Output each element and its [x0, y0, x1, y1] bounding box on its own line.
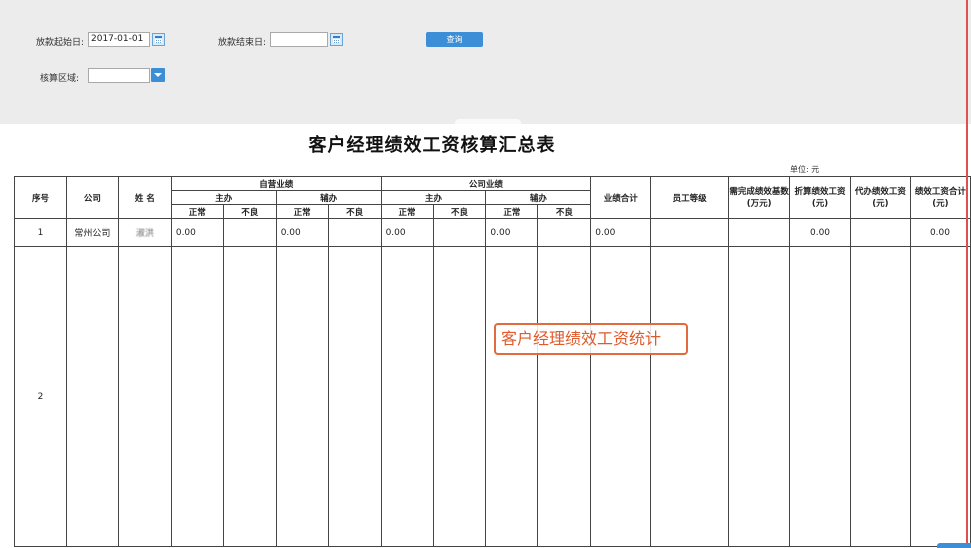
cell-name: 淑洪: [117, 218, 172, 247]
header-bad: 不良: [432, 204, 487, 219]
header-company-business: 公司业绩: [380, 176, 592, 191]
start-date-label: 放款起始日:: [36, 38, 85, 48]
chevron-down-icon[interactable]: [151, 68, 165, 82]
cell-total-performance: [590, 246, 652, 547]
cell-required-base: [728, 218, 791, 247]
window-edge: [966, 0, 968, 548]
table-row[interactable]: 2: [14, 246, 971, 547]
cell-self-main-normal: 0.00: [170, 218, 224, 247]
cell-self-assist-normal: [275, 246, 329, 547]
header-bad: 不良: [327, 204, 382, 219]
cell-seq: 2: [14, 246, 67, 547]
header-name: 姓 名: [117, 176, 172, 219]
end-date-label: 放款结束日:: [218, 38, 267, 48]
header-self-main: 主办: [170, 190, 277, 205]
end-date-input[interactable]: [270, 32, 328, 47]
region-label: 核算区域:: [40, 74, 80, 84]
summary-table: 序号 公司 姓 名 自营业绩 公司业绩 业绩合计 员工等级 需完成绩效基数(万元…: [14, 176, 971, 547]
cell-total-performance: 0.00: [590, 218, 652, 247]
header-bad: 不良: [222, 204, 277, 219]
header-self-business: 自营业绩: [170, 176, 382, 191]
scroll-tab[interactable]: [937, 543, 971, 548]
cell-self-main-bad: [222, 218, 277, 247]
cell-name: [117, 246, 172, 547]
region-select[interactable]: [88, 68, 150, 83]
cell-self-assist-bad: [327, 218, 382, 247]
cell-co-main-bad: [432, 218, 487, 247]
start-date-input[interactable]: 2017-01-01: [88, 32, 150, 47]
report-title: 客户经理绩效工资核算汇总表: [308, 135, 556, 156]
cell-grade: [650, 218, 730, 247]
cell-agency-pay: [849, 218, 911, 247]
cell-company: [65, 246, 119, 547]
cell-co-main-normal: [380, 246, 434, 547]
header-required-base: 需完成绩效基数(万元): [728, 176, 791, 219]
header-converted-pay: 折算绩效工资(元): [789, 176, 851, 219]
header-agency-pay: 代办绩效工资(元): [849, 176, 911, 219]
cell-co-main-bad: [432, 246, 487, 547]
cell-converted-pay: 0.00: [789, 218, 851, 247]
cell-total-pay: 0.00: [909, 218, 971, 247]
header-total-pay: 绩效工资合计(元): [909, 176, 971, 219]
calendar-icon[interactable]: [330, 33, 343, 46]
header-self-assist: 辅办: [275, 190, 382, 205]
annotation-callout: 客户经理绩效工资统计: [494, 323, 688, 355]
header-co-main: 主办: [380, 190, 487, 205]
calendar-icon[interactable]: [152, 33, 165, 46]
header-bad: 不良: [537, 204, 592, 219]
header-co-assist: 辅办: [485, 190, 592, 205]
panel-collapse-tab[interactable]: [455, 119, 521, 124]
header-total-performance: 业绩合计: [590, 176, 652, 219]
cell-self-main-normal: [170, 246, 224, 547]
cell-total-pay: [909, 246, 971, 547]
unit-label: 单位: 元: [790, 165, 820, 174]
cell-self-main-bad: [222, 246, 277, 547]
header-normal: 正常: [275, 204, 329, 219]
cell-agency-pay: [849, 246, 911, 547]
cell-required-base: [728, 246, 791, 547]
cell-company: 常州公司: [65, 218, 119, 247]
cell-converted-pay: [789, 246, 851, 547]
cell-self-assist-bad: [327, 246, 382, 547]
cell-co-assist-bad: [537, 218, 592, 247]
cell-co-assist-normal: [485, 246, 539, 547]
cell-co-assist-normal: 0.00: [485, 218, 539, 247]
header-normal: 正常: [380, 204, 434, 219]
table-row[interactable]: 1 常州公司 淑洪 0.00 0.00 0.00 0.00 0.00 0.00 …: [14, 218, 971, 247]
header-seq: 序号: [14, 176, 67, 219]
cell-co-assist-bad: [537, 246, 592, 547]
cell-co-main-normal: 0.00: [380, 218, 434, 247]
cell-self-assist-normal: 0.00: [275, 218, 329, 247]
header-normal: 正常: [170, 204, 224, 219]
filter-panel: 放款起始日: 2017-01-01 放款结束日: 查询 核算区域:: [0, 0, 971, 124]
query-button[interactable]: 查询: [426, 32, 483, 47]
cell-seq: 1: [14, 218, 67, 247]
header-grade: 员工等级: [650, 176, 730, 219]
cell-grade: [650, 246, 730, 547]
header-normal: 正常: [485, 204, 539, 219]
header-company: 公司: [65, 176, 119, 219]
